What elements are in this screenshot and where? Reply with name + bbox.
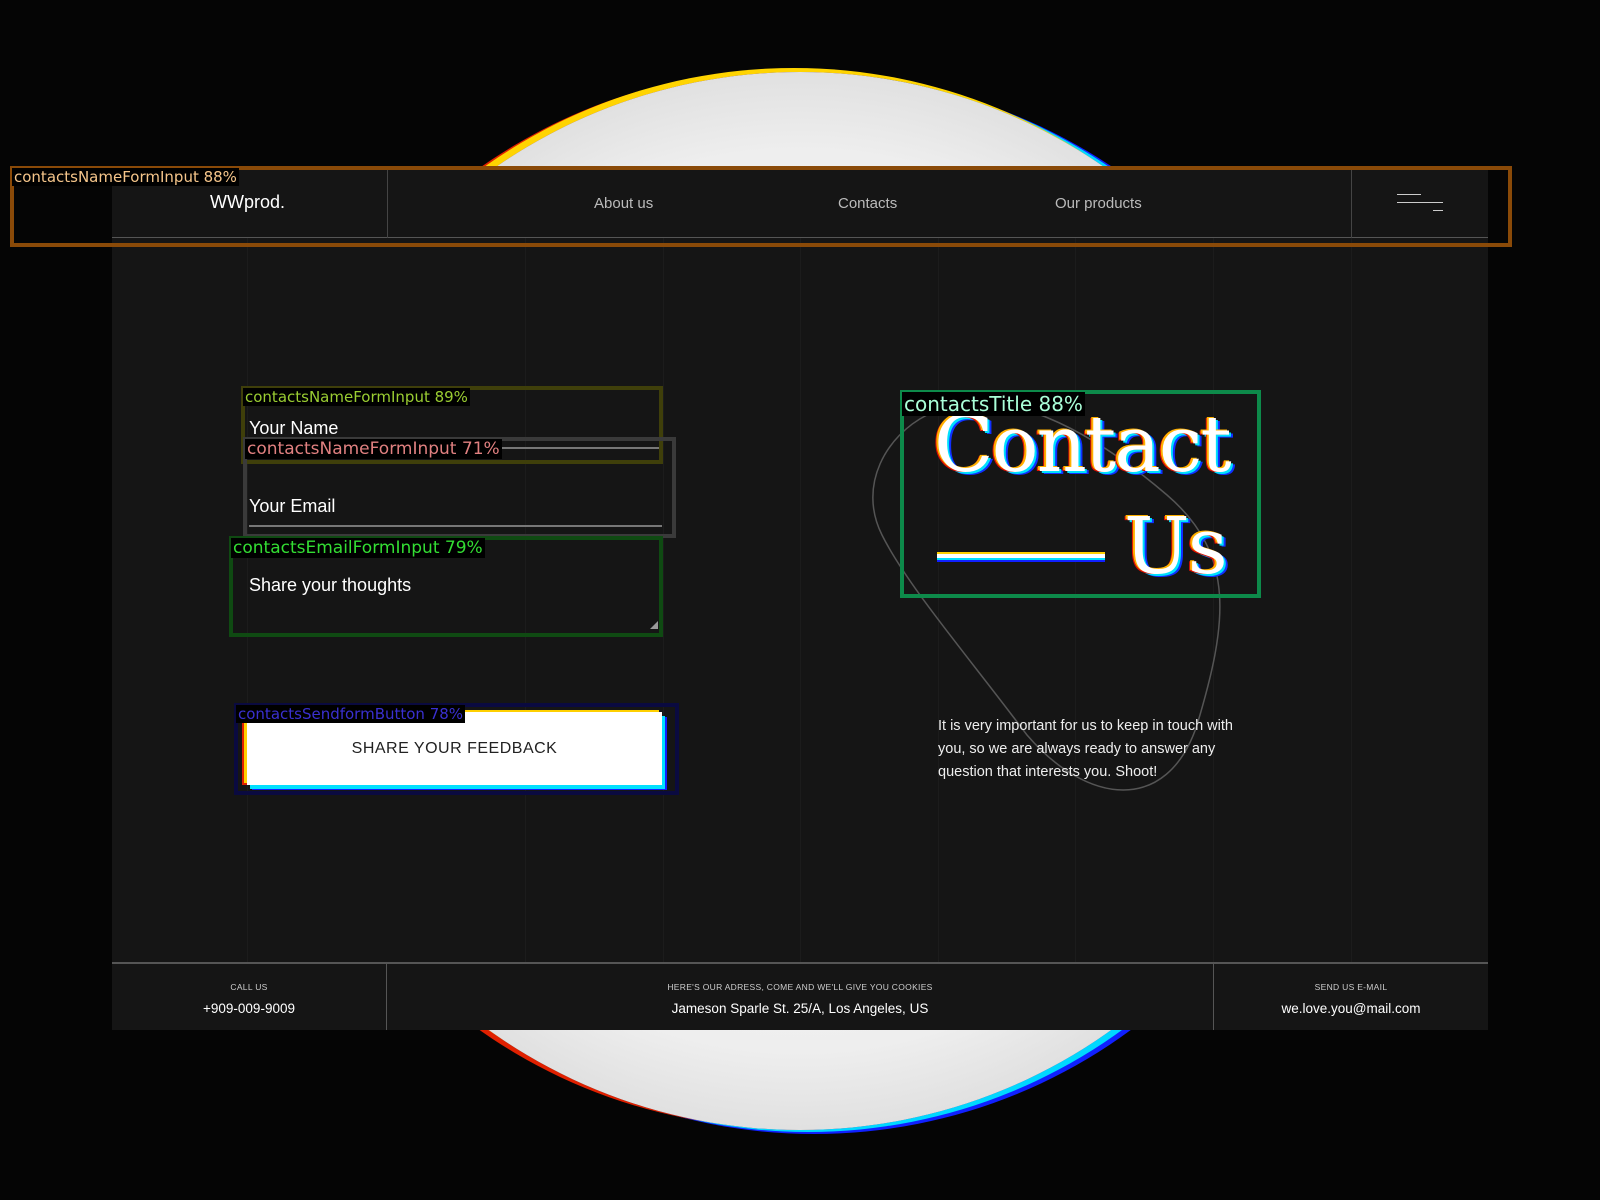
title-contact: Contact	[934, 400, 1232, 490]
share-feedback-button[interactable]: SHARE YOUR FEEDBACK	[247, 712, 662, 785]
title-us: Us	[1124, 502, 1228, 592]
divider	[1351, 170, 1352, 238]
phone-number[interactable]: +909-009-9009	[112, 1001, 386, 1016]
page-panel: WWprod. About us Contacts Our products Y…	[112, 170, 1488, 1030]
nav-contacts[interactable]: Contacts	[838, 195, 897, 212]
grid-line	[1351, 238, 1352, 962]
logo[interactable]: WWprod.	[210, 192, 285, 213]
site-header: WWprod. About us Contacts Our products	[112, 170, 1488, 238]
name-input[interactable]: Your Name	[249, 418, 662, 449]
thoughts-textarea[interactable]: Share your thoughts	[249, 575, 662, 635]
footer-address: HERE'S OUR ADRESS, COME AND WE'LL GIVE Y…	[387, 964, 1213, 1030]
site-footer: CALL US +909-009-9009 HERE'S OUR ADRESS,…	[112, 962, 1488, 1030]
grid-line	[663, 238, 664, 962]
divider	[387, 170, 388, 238]
call-label: CALL US	[230, 982, 268, 992]
title-dash-line	[937, 554, 1105, 558]
footer-email: SEND US E-MAIL we.love.you@mail.com	[1213, 964, 1488, 1030]
email-link[interactable]: we.love.you@mail.com	[1214, 1001, 1488, 1016]
email-input[interactable]: Your Email	[249, 496, 662, 527]
nav-our-products[interactable]: Our products	[1055, 195, 1142, 212]
thoughts-placeholder: Share your thoughts	[249, 575, 412, 595]
footer-call: CALL US +909-009-9009	[112, 964, 387, 1030]
email-label: SEND US E-MAIL	[1314, 982, 1388, 992]
grid-line	[800, 238, 801, 962]
resize-handle-icon[interactable]	[650, 621, 658, 629]
hamburger-menu-icon[interactable]	[1397, 194, 1443, 214]
address-label: HERE'S OUR ADRESS, COME AND WE'LL GIVE Y…	[667, 982, 933, 992]
address-value: Jameson Sparle St. 25/A, Los Angeles, US	[671, 1001, 929, 1016]
nav-about-us[interactable]: About us	[594, 195, 653, 212]
grid-line	[247, 238, 248, 962]
contact-description: It is very important for us to keep in t…	[938, 718, 1233, 780]
